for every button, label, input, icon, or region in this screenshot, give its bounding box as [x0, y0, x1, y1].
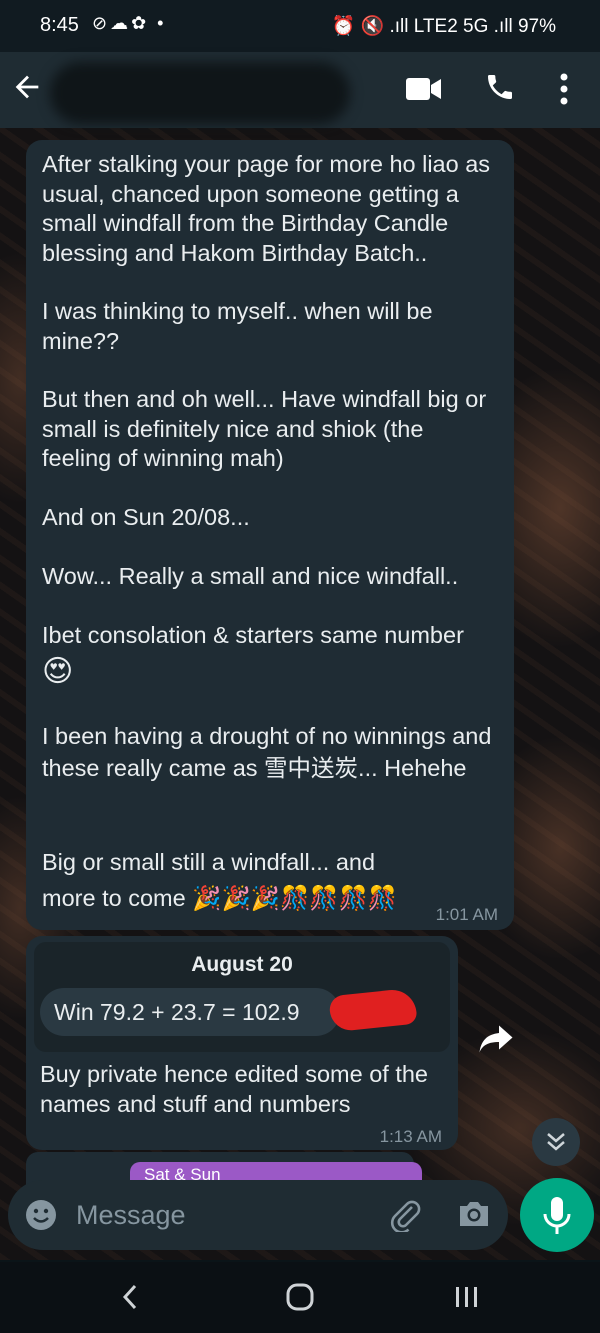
status-bar: 8:45 ⊘☁✿ • ⏰ 🔇 .ıll LTE2 5G .ıll 97%	[0, 0, 600, 52]
message-paragraph: Ibet consolation & starters same number	[42, 622, 464, 648]
forward-icon[interactable]	[478, 1024, 514, 1054]
phone-icon[interactable]	[484, 70, 516, 104]
message-input[interactable]: Message	[76, 1200, 186, 1231]
status-left-icons: ⊘☁✿ •	[92, 13, 167, 33]
nav-back-icon[interactable]	[118, 1280, 142, 1314]
video-call-icon[interactable]	[406, 76, 442, 102]
scroll-down-button[interactable]	[532, 1118, 580, 1166]
contact-name-redacted[interactable]	[50, 62, 350, 124]
back-arrow-icon[interactable]	[10, 70, 44, 104]
status-right-icons: ⏰ 🔇 .ıll LTE2 5G .ıll 97%	[331, 16, 556, 37]
status-time: 8:45	[40, 14, 79, 36]
message-paragraph: I was thinking to myself.. when will be …	[42, 298, 433, 354]
message-paragraph: After stalking your page for more ho lia…	[42, 151, 491, 266]
message-bubble-quoted[interactable]: August 20 Win 79.2 + 23.7 = 102.9 Buy pr…	[26, 936, 458, 1150]
message-time: 1:01 AM	[435, 905, 498, 924]
quoted-image[interactable]: August 20 Win 79.2 + 23.7 = 102.9	[34, 942, 450, 1052]
heart-eyes-emoji: 😍	[42, 655, 74, 688]
more-options-icon[interactable]	[556, 72, 572, 106]
message-paragraph: I been having a drought of no winnings a…	[42, 723, 492, 781]
attach-icon[interactable]	[388, 1198, 422, 1232]
message-paragraph: Wow... Really a small and nice windfall.…	[42, 563, 459, 589]
quoted-win-line: Win 79.2 + 23.7 = 102.9	[40, 988, 340, 1036]
camera-icon[interactable]	[456, 1198, 492, 1230]
message-text: Buy private hence edited some of the nam…	[40, 1061, 428, 1117]
nav-home-icon[interactable]	[284, 1280, 316, 1314]
emoji-icon[interactable]	[24, 1198, 58, 1232]
redaction-scribble	[328, 987, 418, 1033]
voice-record-button[interactable]	[520, 1178, 594, 1252]
quoted-date: August 20	[191, 953, 293, 976]
message-input-bar[interactable]: Message	[8, 1180, 508, 1250]
message-time: 1:13 AM	[379, 1127, 442, 1146]
system-nav-bar	[0, 1262, 600, 1333]
message-paragraph: And on Sun 20/08...	[42, 504, 250, 530]
chat-header	[0, 52, 600, 128]
message-paragraph: But then and oh well... Have windfall bi…	[42, 386, 487, 471]
message-paragraph: Big or small still a windfall... and mor…	[42, 849, 398, 911]
double-chevron-down-icon	[547, 1133, 565, 1151]
message-bubble[interactable]: After stalking your page for more ho lia…	[26, 140, 514, 930]
nav-recents-icon[interactable]	[452, 1280, 482, 1314]
microphone-icon	[543, 1197, 571, 1234]
